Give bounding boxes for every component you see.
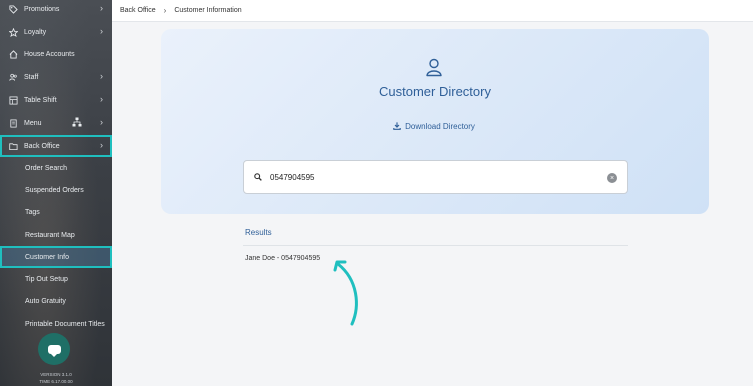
- chevron-right-icon: ›: [100, 26, 103, 36]
- sidebar-subitem-customer-info[interactable]: Customer Info: [0, 246, 112, 268]
- chevron-right-icon: ›: [100, 117, 103, 127]
- table-icon: [8, 95, 18, 105]
- user-icon: [426, 58, 442, 77]
- sidebar-subitem-auto-gratuity[interactable]: Auto Gratuity: [0, 290, 112, 312]
- sidebar-item-label: Promotions: [24, 5, 60, 13]
- sidebar-subitem-printable-document-titles[interactable]: Printable Document Titles: [0, 313, 112, 335]
- folder-open-icon: [8, 141, 18, 151]
- chat-bubble-icon: [47, 344, 61, 357]
- sidebar-item-label: Menu: [24, 119, 42, 127]
- chat-button[interactable]: [38, 333, 70, 365]
- chevron-right-icon: ›: [100, 71, 103, 81]
- sidebar-subitem-tip-out-setup[interactable]: Tip Out Setup: [0, 268, 112, 290]
- tag-icon: [8, 4, 18, 14]
- sidebar-item-label: Staff: [24, 73, 39, 81]
- sidebar-subitem-tags[interactable]: Tags: [0, 201, 112, 223]
- sidebar-item-label: Back Office: [24, 142, 60, 150]
- sidebar: Promotions › Loyalty › House Accounts St…: [0, 0, 112, 386]
- clear-icon[interactable]: ×: [607, 173, 617, 183]
- sidebar-item-menu[interactable]: Menu ›: [0, 112, 112, 134]
- sidebar-subitem-order-search[interactable]: Order Search: [0, 157, 112, 179]
- breadcrumb-current: Customer Information: [174, 7, 242, 14]
- sidebar-item-promotions[interactable]: Promotions ›: [0, 0, 112, 20]
- download-directory-button[interactable]: Download Directory: [384, 117, 484, 135]
- sidebar-item-back-office[interactable]: Back Office ›: [0, 135, 112, 157]
- chevron-right-icon: ›: [100, 3, 103, 13]
- breadcrumb-root[interactable]: Back Office: [120, 7, 156, 14]
- results-divider: [243, 245, 628, 246]
- annotation-arrow-icon: [333, 260, 358, 326]
- download-directory-label: Download Directory: [405, 121, 475, 131]
- sidebar-subitem-restaurant-map[interactable]: Restaurant Map: [0, 224, 112, 246]
- sidebar-item-house-accounts[interactable]: House Accounts: [0, 43, 112, 65]
- results-heading: Results: [245, 228, 272, 237]
- chevron-right-icon: ›: [100, 140, 103, 150]
- search-value: 0547904595: [270, 172, 315, 182]
- sidebar-item-loyalty[interactable]: Loyalty ›: [0, 21, 112, 43]
- menu-icon: [8, 118, 18, 128]
- breadcrumb: Back Office › Customer Information: [112, 0, 753, 22]
- house-icon: [8, 49, 18, 59]
- sidebar-subitem-suspended-orders[interactable]: Suspended Orders: [0, 179, 112, 201]
- download-icon: [393, 122, 401, 130]
- sidebar-item-staff[interactable]: Staff ›: [0, 66, 112, 88]
- page-title: Customer Directory: [379, 84, 491, 99]
- sitemap-icon: [72, 117, 82, 129]
- sidebar-item-table-shift[interactable]: Table Shift ›: [0, 89, 112, 111]
- sidebar-item-label: Table Shift: [24, 96, 57, 104]
- star-icon: [8, 27, 18, 37]
- list-item[interactable]: Jane Doe - 0547904595: [245, 255, 320, 262]
- search-input[interactable]: 0547904595 ×: [243, 160, 628, 194]
- sidebar-item-label: Loyalty: [24, 28, 47, 36]
- chevron-right-icon: ›: [100, 94, 103, 104]
- version-text: VERSION 3.1.0: [40, 372, 72, 377]
- build-time-text: TIME 6.17.00.00: [39, 379, 73, 384]
- users-icon: [8, 72, 18, 82]
- sidebar-item-label: House Accounts: [24, 50, 75, 58]
- search-icon: [254, 173, 262, 181]
- chevron-right-icon: ›: [163, 6, 167, 15]
